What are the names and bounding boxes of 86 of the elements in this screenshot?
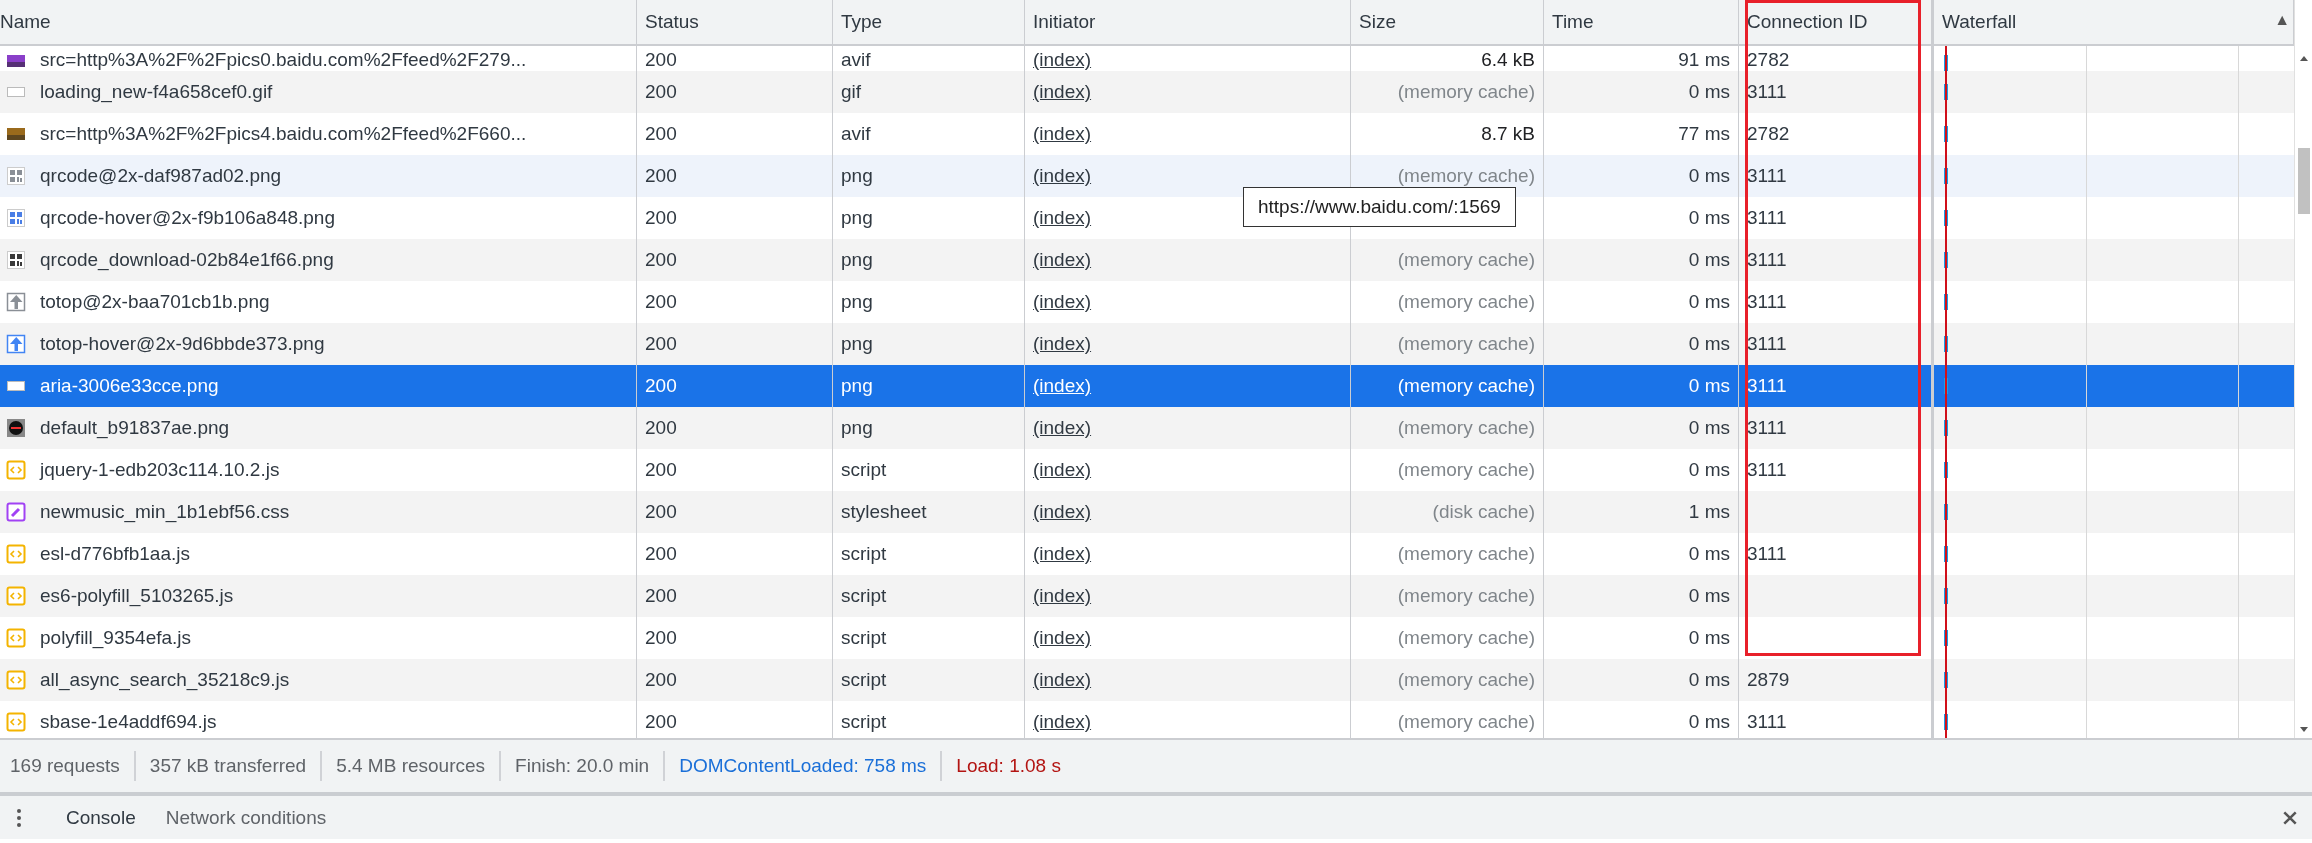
column-header[interactable]: Name <box>0 0 637 44</box>
connection-id: 3111 <box>1747 417 1787 439</box>
file-name: src=http%3A%2F%2Fpics4.baidu.com%2Ffeed%2F660... <box>40 123 527 145</box>
initiator-link[interactable]: (index) <box>1033 669 1092 691</box>
initiator-link[interactable]: (index) <box>1033 459 1092 481</box>
file-name: src=http%3A%2F%2Fpics0.baidu.com%2Ffeed%2F279... <box>40 49 527 71</box>
file-name: es6-polyfill_5103265.js <box>40 585 234 607</box>
file-name: qrcode_download-02b84e1f66.png <box>40 249 334 271</box>
connection-id: 3111 <box>1747 459 1787 481</box>
summary-text: Finish: 20.0 min <box>499 751 664 781</box>
initiator-link[interactable]: (index) <box>1033 627 1092 649</box>
file-name: all_async_search_35218c9.js <box>40 669 290 691</box>
connection-id: 2782 <box>1747 123 1790 145</box>
size-value: (memory cache) <box>1397 81 1535 103</box>
file-name: polyfill_9354efa.js <box>40 627 192 649</box>
initiator-link[interactable]: (index) <box>1033 543 1092 565</box>
initiator-link[interactable]: (index) <box>1033 375 1092 397</box>
connection-id: 3111 <box>1747 711 1787 733</box>
size-value: 6.4 kB <box>1481 49 1535 71</box>
size-value: (memory cache) <box>1397 711 1535 733</box>
connection-id: 2782 <box>1747 49 1790 71</box>
initiator-link[interactable]: (index) <box>1033 165 1092 187</box>
more-icon[interactable] <box>16 807 22 828</box>
column-header[interactable]: Type <box>833 0 1025 44</box>
initiator-link[interactable]: (index) <box>1033 81 1092 103</box>
summary-text: Load: 1.08 s <box>940 751 1075 781</box>
initiator-link[interactable]: (index) <box>1033 249 1092 271</box>
initiator-link[interactable]: (index) <box>1033 585 1092 607</box>
initiator-link[interactable]: (index) <box>1033 711 1092 733</box>
connection-id: 3111 <box>1747 207 1787 229</box>
summary-text: 357 kB transferred <box>133 751 321 781</box>
column-header[interactable]: Initiator <box>1025 0 1351 44</box>
scroll-thumb[interactable] <box>2297 148 2310 214</box>
initiator-link[interactable]: (index) <box>1033 291 1092 313</box>
file-name: default_b91837ae.png <box>40 417 230 439</box>
connection-id: 3111 <box>1747 333 1787 355</box>
size-value: (memory cache) <box>1397 627 1535 649</box>
size-value: (memory cache) <box>1397 333 1535 355</box>
file-name: aria-3006e33cce.png <box>40 375 219 397</box>
file-name: sbase-1e4addf694.js <box>40 711 217 733</box>
summary-text: 5.4 MB resources <box>320 751 500 781</box>
column-header[interactable]: Size <box>1351 0 1544 44</box>
connection-id: 3111 <box>1747 81 1787 103</box>
size-value: (memory cache) <box>1397 417 1535 439</box>
file-name: totop@2x-baa701cb1b.png <box>40 291 270 313</box>
size-value: (memory cache) <box>1397 585 1535 607</box>
summary-text: DOMContentLoaded: 758 ms <box>663 751 941 781</box>
size-value: (memory cache) <box>1397 375 1535 397</box>
connection-id: 3111 <box>1747 291 1787 313</box>
initiator-link[interactable]: (index) <box>1033 123 1092 145</box>
initiator-link[interactable]: (index) <box>1033 333 1092 355</box>
column-header[interactable]: Time <box>1544 0 1739 44</box>
connection-id: 3111 <box>1747 165 1787 187</box>
sort-indicator: ▲ <box>2274 11 2290 29</box>
file-name: esl-d776bfb1aa.js <box>40 543 190 565</box>
size-value: (memory cache) <box>1397 459 1535 481</box>
initiator-link[interactable]: (index) <box>1033 49 1092 71</box>
file-name: qrcode@2x-daf987ad02.png <box>40 165 282 187</box>
size-value: (disk cache) <box>1432 501 1535 523</box>
size-value: (memory cache) <box>1397 249 1535 271</box>
scroll-up-icon[interactable] <box>2298 54 2309 62</box>
initiator-link[interactable]: (index) <box>1033 501 1092 523</box>
connection-id: 3111 <box>1747 249 1787 271</box>
size-value: (memory cache) <box>1397 291 1535 313</box>
file-name: qrcode-hover@2x-f9b106a848.png <box>40 207 335 229</box>
size-value: (memory cache) <box>1397 669 1535 691</box>
initiator-link[interactable]: (index) <box>1033 207 1092 229</box>
file-name: newmusic_min_1b1ebf56.css <box>40 501 290 523</box>
size-value: (memory cache) <box>1397 543 1535 565</box>
initiator-link[interactable]: (index) <box>1033 417 1092 439</box>
close-icon[interactable] <box>2282 809 2298 826</box>
tooltip: https://www.baidu.com/:1569 <box>1243 187 1516 227</box>
scroll-down-icon[interactable] <box>2298 726 2309 734</box>
file-name: loading_new-f4a658cef0.gif <box>40 81 273 103</box>
size-value: (memory cache) <box>1397 165 1535 187</box>
connection-id: 3111 <box>1747 375 1787 397</box>
scrollbar[interactable] <box>2294 0 2312 738</box>
summary-text: 169 requests <box>10 754 121 778</box>
connection-id: 2879 <box>1747 669 1790 691</box>
drawer-tab[interactable]: Console <box>54 806 154 829</box>
size-value: 8.7 kB <box>1481 123 1535 145</box>
file-name: totop-hover@2x-9d6bbde373.png <box>40 333 325 355</box>
column-header[interactable]: Status <box>637 0 833 44</box>
connection-id: 3111 <box>1747 543 1787 565</box>
file-name: jquery-1-edb203c114.10.2.js <box>40 459 280 481</box>
drawer-tab[interactable]: Network conditions <box>153 806 345 829</box>
